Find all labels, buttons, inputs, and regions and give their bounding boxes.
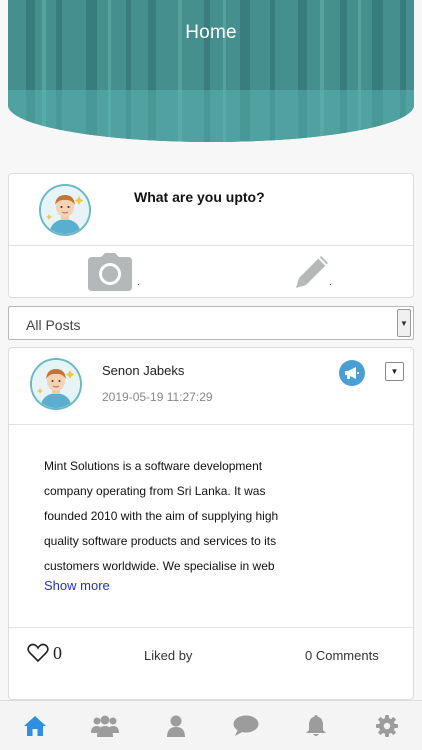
bottom-tab-bar — [0, 700, 422, 750]
post-filter-value: All Posts — [26, 317, 81, 333]
header-banner: Home — [8, 0, 414, 142]
compose-header: What are you upto? — [9, 174, 413, 246]
post-filter-select[interactable]: All Posts ▼ — [8, 306, 414, 340]
compose-card: What are you upto? . . — [8, 173, 414, 298]
tab-profile[interactable] — [141, 701, 211, 750]
avatar[interactable] — [39, 184, 91, 236]
megaphone-icon — [339, 360, 365, 386]
tab-home[interactable] — [0, 701, 70, 750]
tab-messages[interactable] — [211, 701, 281, 750]
group-icon — [91, 715, 120, 737]
compose-prompt[interactable]: What are you upto? — [134, 189, 265, 205]
chat-icon — [233, 715, 259, 736]
bell-icon — [306, 714, 327, 736]
page-title: Home — [185, 22, 237, 43]
liked-by-link[interactable]: Liked by — [144, 648, 192, 663]
show-more-link[interactable]: Show more — [44, 578, 110, 593]
add-photo-button[interactable]: . — [9, 246, 211, 298]
comments-link[interactable]: 0 Comments — [305, 648, 379, 663]
chevron-down-icon: ▼ — [390, 367, 399, 376]
post-footer: 0 Liked by 0 Comments — [9, 627, 413, 681]
camera-icon — [88, 253, 132, 291]
tab-groups[interactable] — [70, 701, 140, 750]
author-avatar[interactable] — [30, 358, 82, 410]
user-avatar-icon — [32, 360, 80, 408]
heart-icon — [27, 643, 49, 663]
user-avatar-icon — [41, 186, 89, 234]
pencil-icon — [296, 256, 328, 288]
tab-notifications[interactable] — [281, 701, 351, 750]
post-header: Senon Jabeks 2019-05-19 11:27:29 ▼ — [9, 348, 413, 425]
like-button[interactable] — [27, 643, 49, 668]
post-options-button[interactable]: ▼ — [385, 362, 404, 381]
write-post-button[interactable]: . — [211, 246, 413, 298]
home-icon — [24, 715, 47, 736]
post-body-text: Mint Solutions is a software development… — [44, 459, 279, 573]
photo-dot: . — [137, 277, 140, 288]
post-card: Senon Jabeks 2019-05-19 11:27:29 ▼ Mint … — [8, 347, 414, 700]
like-count: 0 — [53, 643, 62, 663]
compose-actions: . . — [9, 246, 413, 298]
chevron-down-icon[interactable]: ▼ — [397, 309, 411, 337]
gear-icon — [375, 714, 398, 737]
tab-settings[interactable] — [352, 701, 422, 750]
post-timestamp: 2019-05-19 11:27:29 — [102, 390, 213, 404]
post-author-name[interactable]: Senon Jabeks — [102, 363, 184, 378]
person-icon — [166, 715, 185, 737]
write-dot: . — [329, 277, 332, 288]
